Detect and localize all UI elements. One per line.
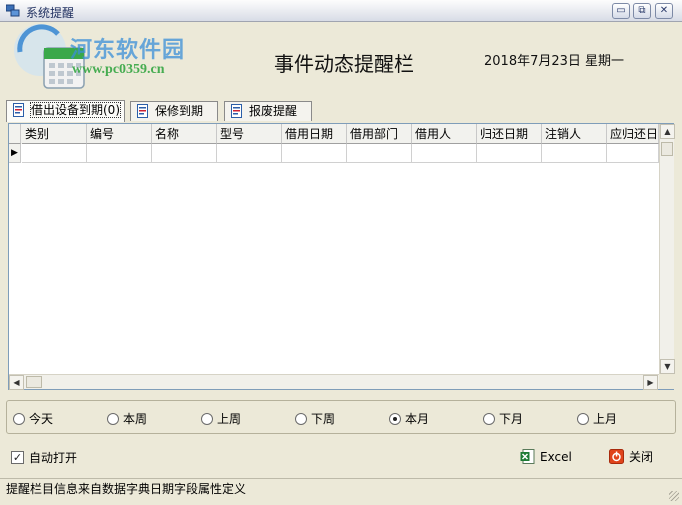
column-header[interactable]: 型号 [217,124,282,144]
document-icon [13,103,24,117]
watermark-name: 河东软件园 [70,37,186,63]
table-cell[interactable] [542,144,607,163]
radio-button[interactable] [483,413,495,425]
radio-this-week[interactable]: 本周 [107,412,147,426]
horizontal-scrollbar[interactable]: ◀ ▶ [9,374,659,390]
radio-last-month[interactable]: 上月 [577,412,617,426]
table-cell[interactable] [217,144,282,163]
vertical-scrollbar[interactable]: ▲ ▼ [659,124,675,374]
radio-button[interactable] [13,413,25,425]
column-header[interactable]: 名称 [152,124,217,144]
close-app-icon [609,449,624,464]
radio-next-week[interactable]: 下周 [295,412,335,426]
table-cell[interactable] [347,144,412,163]
radio-label: 本周 [123,412,148,426]
scroll-thumb-horizontal[interactable] [26,376,42,388]
checkbox-box[interactable]: ✓ [11,451,24,464]
column-header[interactable]: 编号 [87,124,152,144]
table-cell[interactable] [412,144,477,163]
tab-scrap-reminder[interactable]: 报废提醒(0) [224,101,312,136]
resize-grip-icon[interactable] [669,491,679,501]
watermark-url: www.pc0359.cn [72,62,165,77]
scroll-right-button[interactable]: ▶ [643,375,658,390]
auto-open-label: 自动打开 [29,451,78,465]
table-cell[interactable] [282,144,347,163]
column-header[interactable]: 归还日期 [477,124,542,144]
data-grid[interactable]: 类别 编号 名称 型号 借用日期 借用部门 借用人 归还日期 注销人 应归还日 … [8,123,675,390]
column-header[interactable]: 借用人 [412,124,477,144]
column-header[interactable]: 借用部门 [347,124,412,144]
page-title: 事件动态提醒栏 [274,52,414,76]
current-row-marker: ▶ [9,144,21,163]
radio-label: 下月 [499,412,524,426]
grid-header: 类别 编号 名称 型号 借用日期 借用部门 借用人 归还日期 注销人 应归还日 [9,124,659,144]
close-button-label: 关闭 [629,450,654,464]
radio-button[interactable] [107,413,119,425]
document-icon [137,104,148,118]
scroll-down-button[interactable]: ▼ [660,359,675,374]
column-header[interactable]: 类别 [22,124,87,144]
close-button[interactable]: 关闭 [609,448,653,466]
excel-export-button[interactable]: Excel [520,448,572,466]
excel-icon [520,449,535,464]
document-icon [231,104,242,118]
radio-button[interactable] [577,413,589,425]
radio-label: 下周 [311,412,336,426]
close-window-button[interactable]: ✕ [655,3,673,19]
watermark-logo: 河东软件园 www.pc0359.cn [10,14,210,94]
radio-last-week[interactable]: 上周 [201,412,241,426]
scroll-left-button[interactable]: ◀ [9,375,24,390]
radio-button-selected[interactable] [389,413,401,425]
radio-label: 本月 [405,412,430,426]
tab-lend-due[interactable]: 借出设备到期(0) [6,100,125,122]
radio-label: 上月 [593,412,618,426]
minimize-button[interactable]: ▭ [612,3,630,19]
radio-next-month[interactable]: 下月 [483,412,523,426]
table-row[interactable]: ▶ [9,144,659,163]
row-header-corner [9,124,21,144]
status-bar: 提醒栏目信息来自数据字典日期字段属性定义 [0,478,682,505]
radio-today[interactable]: 今天 [13,412,53,426]
current-date: 2018年7月23日 星期一 [484,54,625,69]
period-filter-group: 今天 本周 上周 下周 本月 下月 上月 [6,400,676,434]
excel-button-label: Excel [540,450,572,464]
radio-button[interactable] [201,413,213,425]
radio-this-month[interactable]: 本月 [389,412,429,426]
radio-button[interactable] [295,413,307,425]
status-text: 提醒栏目信息来自数据字典日期字段属性定义 [6,482,247,496]
radio-label: 上周 [217,412,242,426]
auto-open-checkbox[interactable]: ✓ 自动打开 [11,451,77,465]
table-cell[interactable] [152,144,217,163]
tab-warranty-due[interactable]: 保修到期(0) [130,101,218,136]
tab-lend-due-label: 借出设备到期(0) [30,102,121,118]
table-cell[interactable] [477,144,542,163]
column-header[interactable]: 应归还日 [607,124,659,144]
column-header[interactable]: 借用日期 [282,124,347,144]
scrollbar-corner [659,374,674,389]
column-header[interactable]: 注销人 [542,124,607,144]
radio-label: 今天 [29,412,54,426]
maximize-button[interactable]: ⧉ [633,3,651,19]
scroll-up-button[interactable]: ▲ [660,124,675,139]
table-cell[interactable] [87,144,152,163]
scroll-thumb-vertical[interactable] [661,142,673,156]
table-cell[interactable] [607,144,659,163]
table-cell[interactable] [22,144,87,163]
